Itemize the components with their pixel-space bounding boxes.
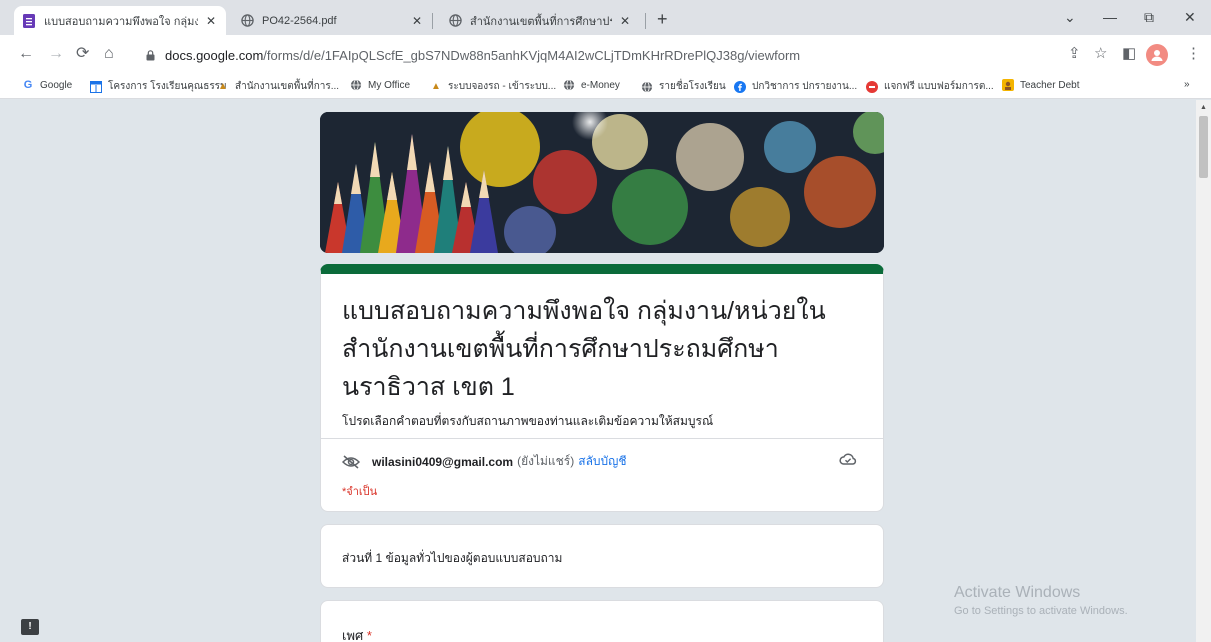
header-image bbox=[320, 112, 884, 253]
tab-title: สำนักงานเขตพื้นที่การศึกษาประถมศึก bbox=[470, 15, 612, 28]
form-page: แบบสอบถามความพึงพอใจ กลุ่มงาน/หน่วยในสำน… bbox=[0, 100, 1196, 642]
restore-button[interactable]: ⧉ bbox=[1144, 9, 1154, 26]
eye-off-icon bbox=[342, 454, 360, 469]
home-icon[interactable]: ⌂ bbox=[104, 46, 114, 62]
bookmark-google[interactable]: G Google bbox=[22, 79, 73, 91]
bookmark-school-list[interactable]: รายชื่อโรงเรียน bbox=[641, 79, 726, 94]
tab-title: PO42-2564.pdf bbox=[262, 14, 337, 27]
globe-icon bbox=[240, 14, 254, 28]
bookmark-my-office[interactable]: My Office bbox=[350, 79, 410, 91]
globe-icon bbox=[563, 79, 575, 91]
google-icon: G bbox=[23, 79, 33, 91]
close-icon[interactable]: ✕ bbox=[618, 14, 632, 28]
globe-icon bbox=[448, 14, 462, 28]
profile-avatar[interactable] bbox=[1146, 44, 1168, 66]
minimize-button[interactable]: — bbox=[1103, 9, 1117, 25]
forms-icon bbox=[22, 13, 36, 28]
temple-icon: ▲ bbox=[431, 81, 441, 92]
lock-icon bbox=[146, 49, 155, 60]
scrollbar[interactable]: ▲ bbox=[1196, 100, 1211, 642]
divider bbox=[321, 438, 883, 439]
scroll-thumb[interactable] bbox=[1199, 116, 1208, 178]
bookmarks-more-button[interactable]: » bbox=[1184, 79, 1190, 90]
form-header-card: แบบสอบถามความพึงพอใจ กลุ่มงาน/หน่วยในสำน… bbox=[320, 264, 884, 512]
bookmark-covers[interactable]: ปกวิชาการ ปกรายงาน... bbox=[734, 79, 857, 94]
share-icon[interactable]: ⇪ bbox=[1068, 46, 1081, 62]
tab-title: แบบสอบถามความพึงพอใจ กลุ่มงาน/หน่ bbox=[44, 15, 198, 28]
back-arrow-icon[interactable]: ← bbox=[18, 46, 34, 62]
question-label: เพศ * bbox=[342, 625, 372, 642]
new-tab-button[interactable]: + bbox=[657, 10, 668, 28]
reload-icon[interactable]: ⟳ bbox=[76, 46, 89, 62]
account-status: (ยังไม่แชร์) bbox=[517, 454, 575, 468]
form-title: แบบสอบถามความพึงพอใจ กลุ่มงาน/หน่วยในสำน… bbox=[342, 297, 826, 401]
forward-arrow-icon[interactable]: → bbox=[48, 46, 64, 62]
url-host: docs.google.com bbox=[165, 47, 264, 63]
browser-toolbar: ← → ⟳ ⌂ docs.google.com/forms/d/e/1FAIpQ… bbox=[0, 35, 1211, 75]
url-path: /forms/d/e/1FAIpQLScfE_gbS7NDw88n5anhKVj… bbox=[263, 47, 801, 63]
bookmark-free-forms[interactable]: แจกฟรี แบบฟอร์มการต... bbox=[866, 79, 994, 94]
facebook-icon bbox=[734, 80, 746, 93]
tab-pdf[interactable]: PO42-2564.pdf ✕ bbox=[232, 6, 432, 35]
required-star: * bbox=[366, 628, 372, 642]
cloud-icon[interactable] bbox=[839, 452, 857, 466]
bookmark-project[interactable]: โครงการ โรงเรียนคุณธรรม bbox=[90, 79, 227, 94]
address-bar[interactable]: docs.google.com/forms/d/e/1FAIpQLScfE_gb… bbox=[134, 40, 1064, 70]
menu-icon[interactable]: ⋮ bbox=[1186, 46, 1201, 62]
section-card: ส่วนที่ 1 ข้อมูลทั่วไปของผู้ตอบแบบสอบถาม bbox=[320, 524, 884, 588]
bookmark-teacher-debt[interactable]: Teacher Debt bbox=[1002, 79, 1079, 91]
side-panel-icon[interactable]: ◧ bbox=[1122, 46, 1136, 62]
tab-strip: แบบสอบถามความพึงพอใจ กลุ่มงาน/หน่ ✕ PO42… bbox=[0, 0, 1211, 35]
form-description: โปรดเลือกคำตอบที่ตรงกับสถานภาพของท่านและ… bbox=[342, 414, 714, 428]
question-card: เพศ * bbox=[320, 600, 884, 642]
bookmark-office[interactable]: ▲ สำนักงานเขตพื้นที่การ... bbox=[217, 79, 339, 94]
star-icon[interactable]: ☆ bbox=[1094, 46, 1107, 62]
tab-separator bbox=[645, 13, 646, 29]
calendar-icon bbox=[90, 80, 102, 93]
globe-icon bbox=[350, 79, 362, 91]
switch-account-link[interactable]: สลับบัญชี bbox=[578, 452, 626, 471]
account-row: wilasini0409@gmail.com (ยังไม่แชร์) สลับ… bbox=[342, 452, 627, 471]
close-window-button[interactable]: ✕ bbox=[1184, 9, 1196, 26]
question-text: เพศ bbox=[342, 628, 364, 642]
tab-separator bbox=[432, 13, 433, 29]
scroll-up-arrow-icon[interactable]: ▲ bbox=[1200, 104, 1207, 111]
tab-search-button[interactable]: ⌄ bbox=[1064, 9, 1076, 26]
account-email: wilasini0409@gmail.com bbox=[372, 454, 514, 469]
section-title: ส่วนที่ 1 ข้อมูลทั่วไปของผู้ตอบแบบสอบถาม bbox=[342, 551, 563, 565]
temple-icon: ▲ bbox=[218, 81, 228, 92]
tab-form[interactable]: แบบสอบถามความพึงพอใจ กลุ่มงาน/หน่ ✕ bbox=[14, 6, 226, 35]
watermark-line-1: Activate Windows bbox=[954, 584, 1081, 601]
close-icon[interactable]: ✕ bbox=[410, 14, 424, 28]
required-note: *จำเป็น bbox=[342, 486, 378, 498]
teacher-icon bbox=[1002, 79, 1014, 91]
bookmark-e-money[interactable]: e-Money bbox=[563, 79, 620, 91]
windows-activation-watermark: Activate Windows Go to Settings to activ… bbox=[954, 584, 1128, 617]
close-icon[interactable]: ✕ bbox=[204, 14, 218, 28]
bookmarks-bar: G Google โครงการ โรงเรียนคุณธรรม ▲ สำนัก… bbox=[0, 75, 1211, 99]
watermark-line-2: Go to Settings to activate Windows. bbox=[954, 605, 1128, 617]
bookmark-car-booking[interactable]: ▲ ระบบจองรถ - เข้าระบบ... bbox=[430, 79, 556, 94]
tab-office[interactable]: สำนักงานเขตพื้นที่การศึกษาประถมศึก ✕ bbox=[440, 6, 640, 35]
globe-icon bbox=[641, 80, 653, 93]
site-icon bbox=[866, 80, 878, 93]
report-abuse-icon[interactable]: ! bbox=[21, 619, 39, 635]
